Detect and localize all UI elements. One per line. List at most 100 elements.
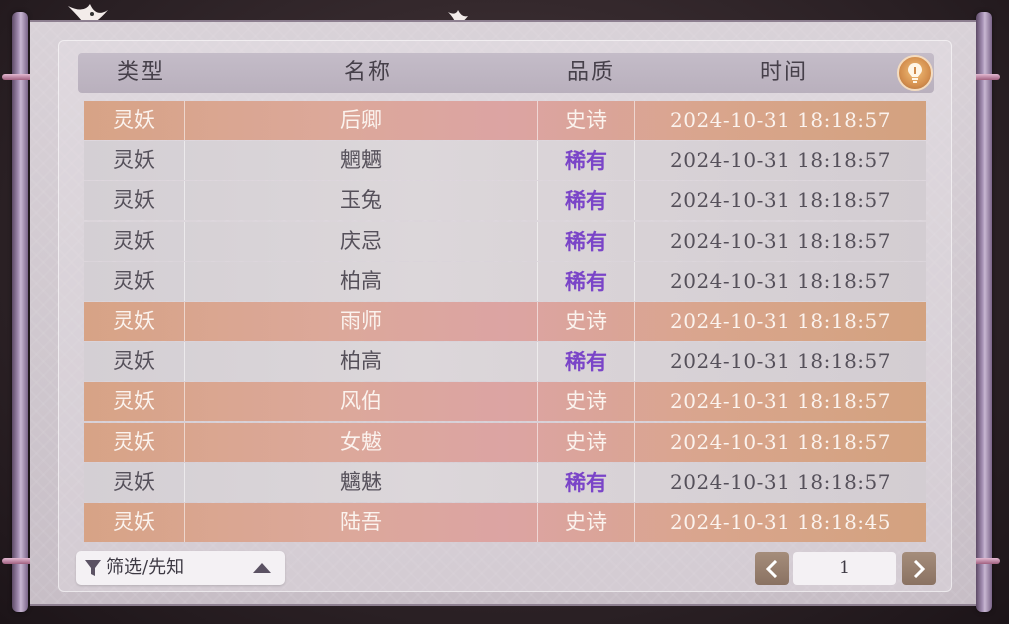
- row-name: 女魃: [340, 429, 382, 454]
- filter-label: 筛选/先知: [106, 557, 185, 578]
- header-type: 类型: [116, 60, 165, 85]
- table-row[interactable]: 灵妖 柏高 稀有 2024-10-31 18:18:57: [84, 342, 926, 382]
- column-divider: [634, 221, 635, 261]
- chevron-left-icon: [766, 559, 778, 578]
- row-name: 陆吾: [340, 509, 382, 534]
- row-type: 灵妖: [113, 268, 155, 293]
- column-divider: [634, 261, 635, 301]
- row-type: 灵妖: [113, 308, 155, 333]
- filter-dropdown[interactable]: 筛选/先知: [76, 551, 285, 585]
- row-quality: 稀有: [565, 349, 607, 375]
- row-time: 2024-10-31 18:18:57: [670, 308, 891, 333]
- column-divider: [634, 301, 635, 341]
- column-divider: [184, 422, 185, 462]
- row-type: 灵妖: [113, 509, 155, 534]
- table-header: 类型 名称 品质 时间: [78, 53, 934, 93]
- table-row[interactable]: 灵妖 陆吾 史诗 2024-10-31 18:18:45: [84, 502, 926, 542]
- row-time: 2024-10-31 18:18:57: [670, 188, 891, 213]
- column-divider: [634, 462, 635, 502]
- chevron-right-icon: [913, 559, 925, 578]
- column-divider: [537, 261, 538, 301]
- row-name: 柏高: [340, 349, 382, 374]
- table-row[interactable]: 灵妖 魍魉 稀有 2024-10-31 18:18:57: [84, 141, 926, 181]
- row-quality: 史诗: [565, 509, 607, 534]
- row-type: 灵妖: [113, 469, 155, 494]
- row-type: 灵妖: [113, 429, 155, 454]
- hint-button[interactable]: [897, 55, 933, 91]
- row-name: 玉兔: [340, 188, 382, 213]
- row-time: 2024-10-31 18:18:57: [670, 429, 891, 454]
- column-divider: [184, 502, 185, 542]
- column-divider: [537, 502, 538, 542]
- column-divider: [184, 382, 185, 422]
- header-name: 名称: [343, 60, 392, 85]
- row-quality: 稀有: [565, 268, 607, 294]
- column-divider: [537, 422, 538, 462]
- prev-page-button[interactable]: [755, 552, 789, 585]
- row-quality: 史诗: [565, 308, 607, 333]
- row-quality: 史诗: [565, 108, 607, 132]
- table-row[interactable]: 灵妖 雨师 史诗 2024-10-31 18:18:57: [84, 301, 926, 341]
- row-time: 2024-10-31 18:18:57: [670, 108, 891, 132]
- row-name: 柏高: [340, 268, 382, 293]
- row-name: 雨师: [340, 308, 382, 333]
- table-row[interactable]: 灵妖 女魃 史诗 2024-10-31 18:18:57: [84, 422, 926, 462]
- record-table: 灵妖 后卿 史诗 2024-10-31 18:18:57 灵妖 魍魉 稀有 2024-10-3…: [84, 101, 926, 543]
- column-divider: [184, 181, 185, 221]
- column-divider: [634, 382, 635, 422]
- column-divider: [184, 261, 185, 301]
- column-divider: [184, 141, 185, 181]
- row-time: 2024-10-31 18:18:57: [670, 389, 891, 414]
- column-divider: [184, 221, 185, 261]
- column-divider: [537, 141, 538, 181]
- row-type: 灵妖: [113, 228, 155, 253]
- scroll-rod-right: [966, 12, 1000, 612]
- column-divider: [537, 342, 538, 382]
- column-divider: [537, 101, 538, 140]
- column-divider: [537, 382, 538, 422]
- table-row[interactable]: 灵妖 后卿 史诗 2024-10-31 18:18:57: [84, 101, 926, 140]
- column-divider: [634, 502, 635, 542]
- row-name: 后卿: [340, 108, 382, 132]
- row-name: 魑魅: [340, 469, 382, 494]
- column-divider: [184, 462, 185, 502]
- row-time: 2024-10-31 18:18:57: [670, 349, 891, 374]
- column-divider: [184, 101, 185, 140]
- caret-up-icon[interactable]: [253, 563, 271, 573]
- row-quality: 稀有: [565, 228, 607, 254]
- row-name: 庆忌: [340, 228, 382, 253]
- column-divider: [537, 181, 538, 221]
- column-divider: [634, 181, 635, 221]
- page-number[interactable]: 1: [793, 552, 896, 585]
- table-row[interactable]: 灵妖 风伯 史诗 2024-10-31 18:18:57: [84, 382, 926, 422]
- column-divider: [634, 141, 635, 181]
- column-divider: [184, 301, 185, 341]
- row-time: 2024-10-31 18:18:57: [670, 228, 891, 253]
- row-quality: 史诗: [565, 429, 607, 454]
- header-quality: 品质: [566, 60, 615, 85]
- row-time: 2024-10-31 18:18:57: [670, 148, 891, 173]
- row-time: 2024-10-31 18:18:57: [670, 469, 891, 494]
- next-page-button[interactable]: [902, 552, 936, 585]
- column-divider: [537, 462, 538, 502]
- row-time: 2024-10-31 18:18:57: [670, 268, 891, 293]
- column-divider: [634, 101, 635, 140]
- table-row[interactable]: 灵妖 柏高 稀有 2024-10-31 18:18:57: [84, 261, 926, 301]
- row-type: 灵妖: [113, 108, 155, 132]
- column-divider: [184, 342, 185, 382]
- lightbulb-icon: [908, 63, 922, 83]
- table-row[interactable]: 灵妖 庆忌 稀有 2024-10-31 18:18:57: [84, 221, 926, 261]
- row-quality: 稀有: [565, 188, 607, 214]
- column-divider: [537, 301, 538, 341]
- row-type: 灵妖: [113, 389, 155, 414]
- table-row[interactable]: 灵妖 玉兔 稀有 2024-10-31 18:18:57: [84, 181, 926, 221]
- row-time: 2024-10-31 18:18:45: [670, 509, 891, 534]
- row-name: 魍魉: [340, 148, 382, 173]
- row-quality: 稀有: [565, 469, 607, 495]
- column-divider: [634, 342, 635, 382]
- column-divider: [537, 221, 538, 261]
- scroll-rod-left: [2, 12, 36, 612]
- table-row[interactable]: 灵妖 魑魅 稀有 2024-10-31 18:18:57: [84, 462, 926, 502]
- row-type: 灵妖: [113, 148, 155, 173]
- header-time: 时间: [759, 60, 808, 85]
